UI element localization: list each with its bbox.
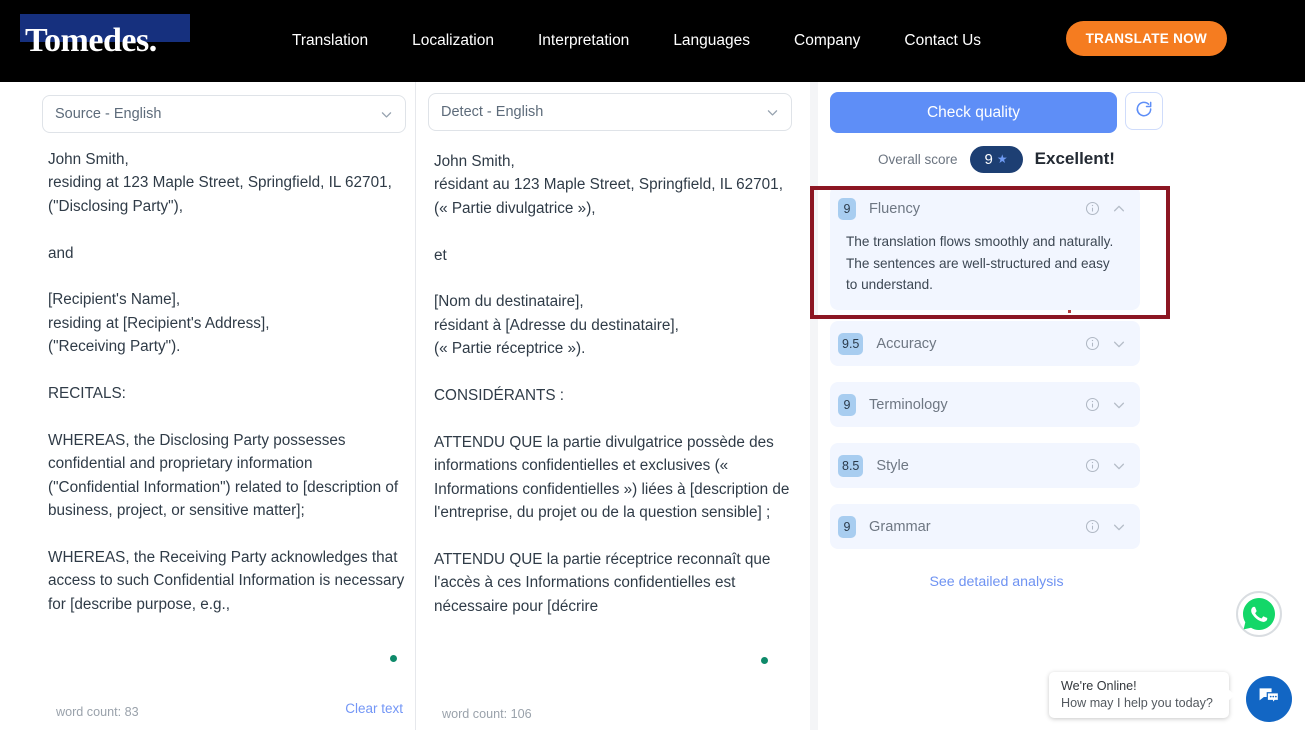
- target-word-count: word count: 106: [442, 707, 532, 721]
- source-cursor-dot: [390, 655, 397, 662]
- chat-button[interactable]: [1246, 676, 1292, 722]
- nav-item-contact-us[interactable]: Contact Us: [882, 32, 1003, 50]
- info-icon[interactable]: [1085, 458, 1100, 473]
- chevron-down-icon[interactable]: [1112, 459, 1126, 473]
- metric-score-fluency: 9: [838, 197, 856, 220]
- overall-score-badge: 9 ★: [969, 145, 1023, 173]
- tomedes-logo[interactable]: Tomedes.: [25, 20, 157, 62]
- source-word-count: word count: 83: [56, 705, 139, 719]
- metric-card-fluency[interactable]: 9 Fluency The translation flows smoothly…: [830, 186, 1140, 310]
- metric-description-fluency: The translation flows smoothly and natur…: [846, 234, 1114, 292]
- target-cursor-dot: [761, 657, 768, 664]
- chevron-down-icon[interactable]: [1112, 398, 1126, 412]
- target-panel: Detect - English John Smith, résidant au…: [415, 82, 1213, 730]
- metric-card-accuracy[interactable]: 9.5 Accuracy: [830, 321, 1140, 366]
- overall-score-label: Overall score: [878, 151, 958, 167]
- metric-header-style[interactable]: 8.5 Style: [830, 443, 1140, 488]
- metric-score-accuracy: 9.5: [838, 332, 864, 355]
- star-icon: ★: [996, 152, 1008, 166]
- source-text-area[interactable]: John Smith, residing at 123 Maple Street…: [48, 148, 406, 696]
- see-detailed-analysis-link[interactable]: See detailed analysis: [830, 574, 1163, 590]
- info-icon[interactable]: [1085, 336, 1100, 351]
- chat-icon: [1257, 685, 1281, 714]
- chat-tooltip-title: We're Online!: [1061, 679, 1137, 693]
- main-nav-links: Translation Localization Interpretation …: [270, 0, 1003, 82]
- nav-item-company[interactable]: Company: [772, 32, 882, 50]
- metric-header-accuracy[interactable]: 9.5 Accuracy: [830, 321, 1140, 366]
- panel-divider: [810, 82, 818, 730]
- source-language-select[interactable]: Source - English: [42, 95, 406, 133]
- target-language-label: Detect - English: [441, 104, 544, 120]
- metric-header-grammar[interactable]: 9 Grammar: [830, 504, 1140, 549]
- target-text-area[interactable]: John Smith, résidant au 123 Maple Street…: [434, 150, 792, 698]
- metric-label-fluency: Fluency: [869, 200, 921, 217]
- metric-header-terminology[interactable]: 9 Terminology: [830, 382, 1140, 427]
- clear-text-button[interactable]: Clear text: [345, 701, 403, 716]
- source-language-label: Source - English: [55, 106, 162, 122]
- nav-item-localization[interactable]: Localization: [390, 32, 516, 50]
- chevron-down-icon: [766, 106, 779, 119]
- quality-panel: Check quality Overall score 9 ★ Excellen…: [818, 82, 1305, 730]
- nav-item-languages[interactable]: Languages: [651, 32, 772, 50]
- translation-workspace: Source - English John Smith, residing at…: [0, 82, 1305, 730]
- source-panel: Source - English John Smith, residing at…: [20, 82, 425, 730]
- overall-score-row: Overall score 9 ★ Excellent!: [830, 144, 1163, 174]
- chevron-down-icon[interactable]: [1112, 337, 1126, 351]
- chevron-up-icon[interactable]: [1112, 202, 1126, 216]
- nav-item-translation[interactable]: Translation: [270, 32, 390, 50]
- metric-card-grammar[interactable]: 9 Grammar: [830, 504, 1140, 549]
- chat-tooltip[interactable]: We're Online! How may I help you today?: [1049, 672, 1235, 718]
- metric-score-terminology: 9: [838, 393, 856, 416]
- metric-label-style: Style: [876, 457, 909, 474]
- metric-score-style: 8.5: [838, 454, 864, 477]
- metric-label-grammar: Grammar: [869, 518, 931, 535]
- refresh-icon: [1134, 99, 1154, 124]
- translate-now-button[interactable]: TRANSLATE NOW: [1065, 21, 1227, 56]
- metric-card-terminology[interactable]: 9 Terminology: [830, 382, 1140, 427]
- refresh-button[interactable]: [1125, 92, 1163, 130]
- top-navigation-bar: Tomedes. Translation Localization Interp…: [0, 0, 1305, 82]
- info-icon[interactable]: [1085, 397, 1100, 412]
- metric-label-accuracy: Accuracy: [876, 335, 937, 352]
- chevron-down-icon[interactable]: [1112, 520, 1126, 534]
- nav-item-interpretation[interactable]: Interpretation: [516, 32, 651, 50]
- whatsapp-button[interactable]: [1235, 590, 1283, 638]
- metric-card-style[interactable]: 8.5 Style: [830, 443, 1140, 488]
- whatsapp-icon: [1235, 591, 1283, 642]
- overall-score-value: 9: [984, 150, 993, 168]
- chevron-down-icon: [380, 108, 393, 121]
- metric-label-terminology: Terminology: [869, 396, 948, 413]
- chat-tooltip-subtitle: How may I help you today?: [1061, 696, 1213, 710]
- metric-score-grammar: 9: [838, 515, 856, 538]
- target-language-select[interactable]: Detect - English: [428, 93, 792, 131]
- info-icon[interactable]: [1085, 519, 1100, 534]
- check-quality-button[interactable]: Check quality: [830, 92, 1117, 133]
- overall-score-verdict: Excellent!: [1034, 149, 1115, 168]
- info-icon[interactable]: [1085, 201, 1100, 216]
- metric-header-fluency[interactable]: 9 Fluency: [830, 186, 1140, 231]
- annotation-dot: [1068, 310, 1071, 313]
